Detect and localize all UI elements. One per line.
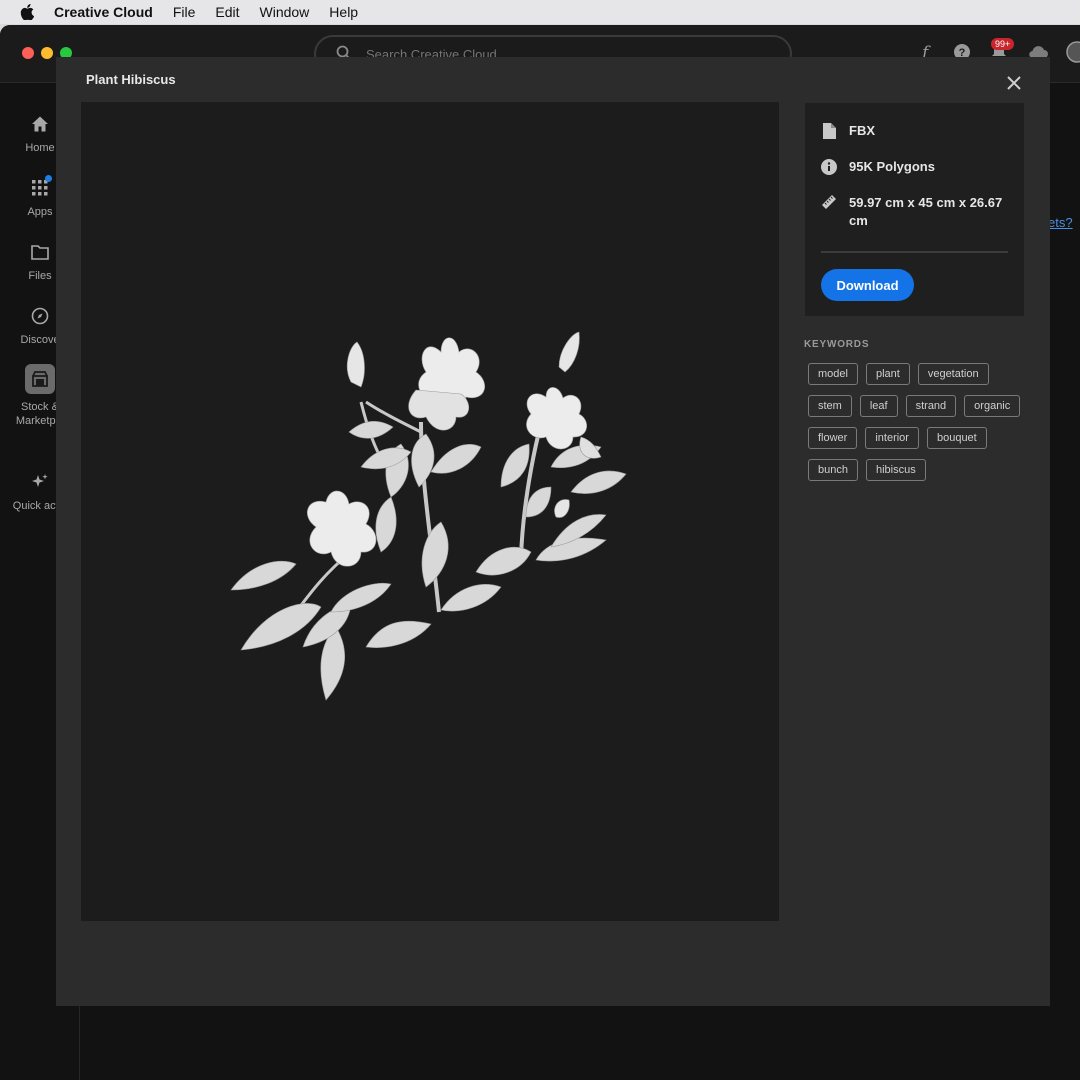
keyword-tag[interactable]: organic <box>964 395 1021 417</box>
menu-file[interactable]: File <box>163 0 206 24</box>
notification-badge: 99+ <box>991 38 1015 50</box>
info-icon <box>821 159 837 175</box>
file-icon <box>821 123 837 139</box>
keyword-tag[interactable]: flower <box>808 427 858 449</box>
keyword-tag[interactable]: strand <box>905 395 957 417</box>
menu-app-name[interactable]: Creative Cloud <box>54 0 163 24</box>
sparkle-icon <box>29 471 51 493</box>
keyword-tag[interactable]: stem <box>808 395 852 417</box>
keyword-tag[interactable]: plant <box>865 363 910 385</box>
sidebar-item-label: Apps <box>27 206 53 218</box>
home-icon <box>29 113 51 135</box>
format-label: FBX <box>849 123 875 138</box>
divider <box>821 251 1008 253</box>
modal-title: Plant Hibiscus <box>86 72 176 87</box>
keyword-tag[interactable]: leaf <box>859 395 898 417</box>
keyword-row: bunch hibiscus <box>808 459 1038 481</box>
avatar[interactable] <box>1066 41 1080 68</box>
folder-icon <box>29 241 51 263</box>
keyword-tag[interactable]: hibiscus <box>865 459 926 481</box>
sidebar-item-label: Home <box>25 142 55 154</box>
background-link[interactable]: ets? <box>1048 215 1073 230</box>
keyword-row: flower interior bouquet <box>808 427 1038 449</box>
keyword-tag[interactable]: interior <box>865 427 919 449</box>
polygons-label: 95K Polygons <box>849 159 935 174</box>
asset-info-panel: FBX 95K Polygons 59.97 cm x 45 cm x 26.6… <box>805 103 1024 316</box>
window-close-button[interactable] <box>22 47 34 59</box>
sidebar-item-label: Files <box>28 270 52 282</box>
stock-icon <box>25 364 55 394</box>
apple-icon[interactable] <box>0 4 54 20</box>
keyword-tag[interactable]: vegetation <box>917 363 989 385</box>
update-dot <box>45 175 52 182</box>
sidebar-item-label: Discove <box>20 334 60 346</box>
keyword-row: stem leaf strand organic <box>808 395 1038 417</box>
keyword-tag[interactable]: bunch <box>808 459 858 481</box>
keyword-tag[interactable]: bouquet <box>926 427 987 449</box>
ruler-icon <box>821 194 837 210</box>
download-button[interactable]: Download <box>821 269 914 301</box>
keywords-list: model plant vegetation stem leaf strand … <box>808 363 1038 491</box>
format-row: FBX <box>821 123 875 139</box>
menu-bar: Creative Cloud File Edit Window Help <box>0 0 1080 24</box>
asset-modal: Plant Hibiscus FBX 95K Polygons 59.97 cm… <box>56 57 1050 1006</box>
menu-edit[interactable]: Edit <box>205 0 249 24</box>
menu-window[interactable]: Window <box>250 0 320 24</box>
window-minimize-button[interactable] <box>41 47 53 59</box>
menu-help[interactable]: Help <box>319 0 368 24</box>
hibiscus-model-image <box>230 331 627 701</box>
close-icon[interactable] <box>1002 71 1026 95</box>
keyword-row: model plant vegetation <box>808 363 1038 385</box>
dimensions-row: 59.97 cm x 45 cm x 26.67 cm <box>821 194 1011 230</box>
model-preview[interactable] <box>81 102 779 921</box>
keywords-heading: KEYWORDS <box>804 339 870 350</box>
polygons-row: 95K Polygons <box>821 159 935 175</box>
dimensions-label: 59.97 cm x 45 cm x 26.67 cm <box>849 195 1003 228</box>
compass-icon <box>29 305 51 327</box>
keyword-tag[interactable]: model <box>808 363 858 385</box>
